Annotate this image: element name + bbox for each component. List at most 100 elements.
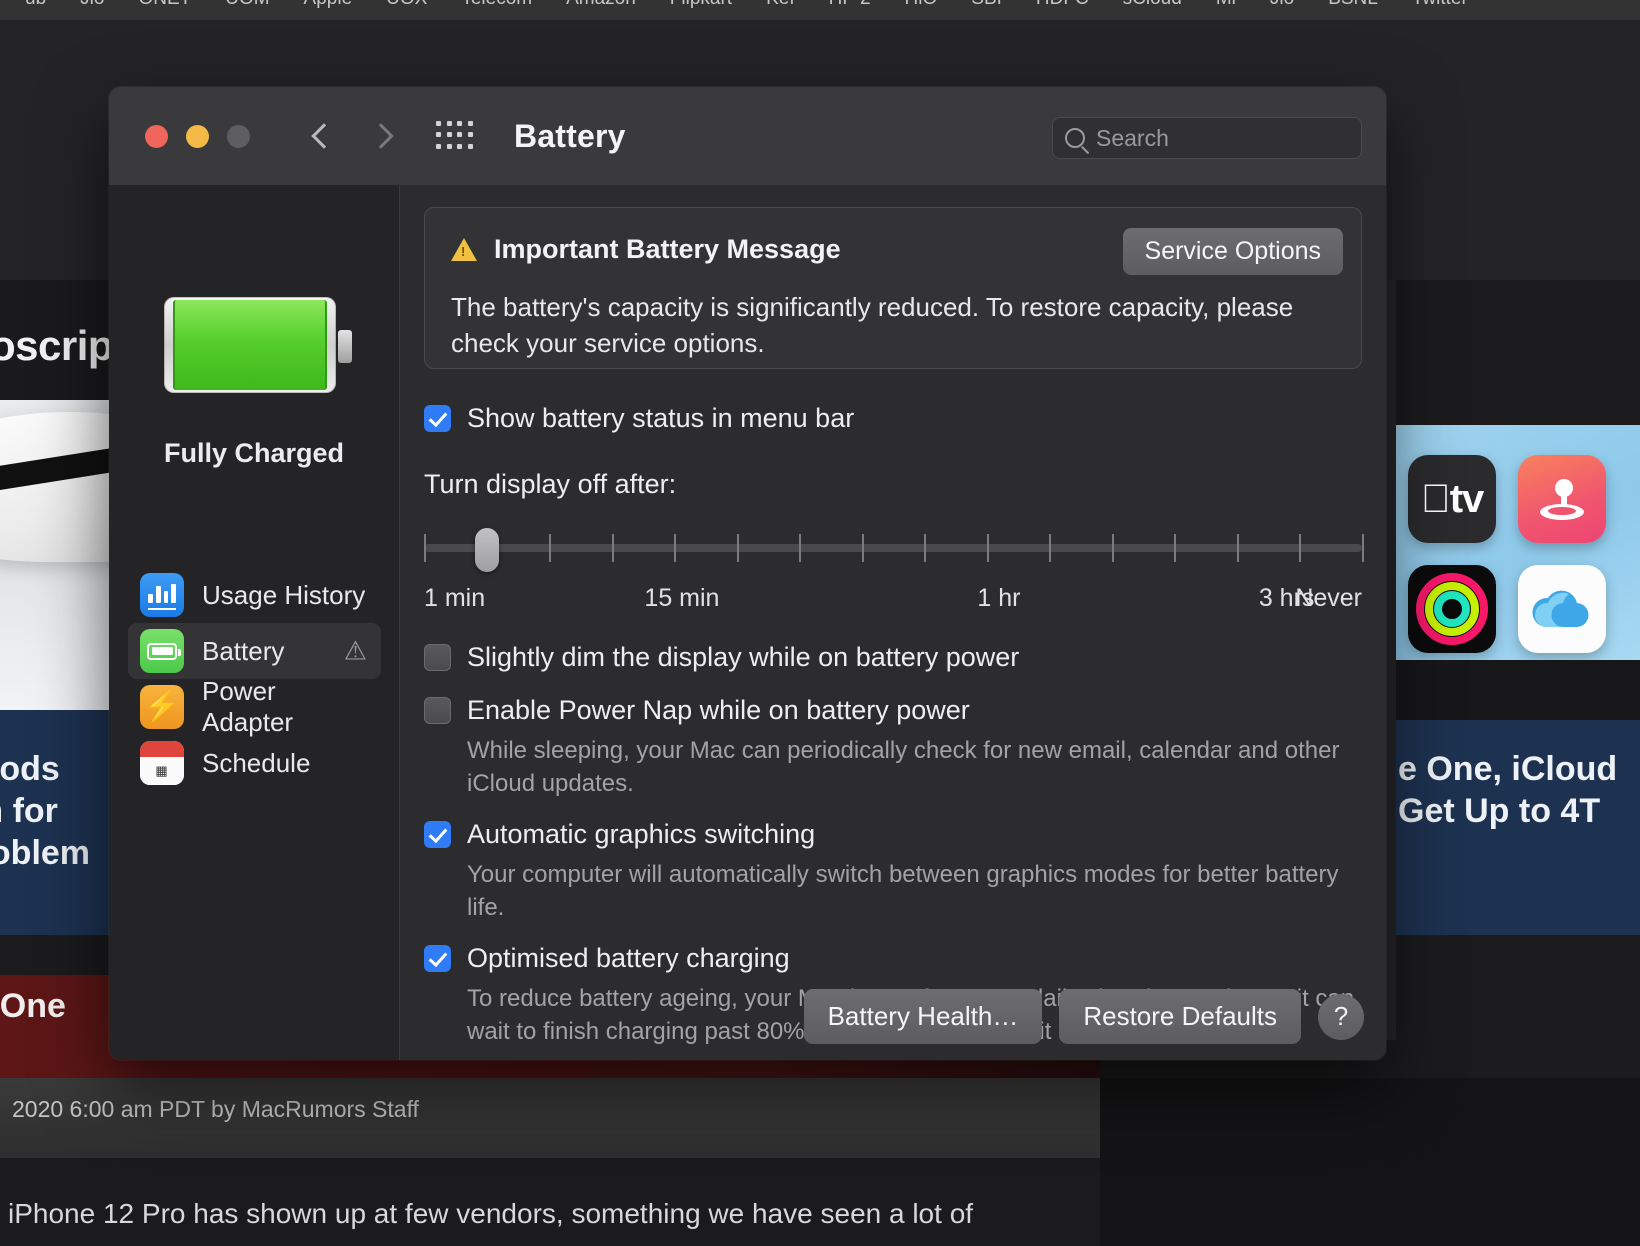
browser-bookmarks-bar[interactable]: ub Jio ONET UOM Apple UOX Telecom Amazon… [0, 0, 1640, 20]
bookmark-item[interactable]: UOM [208, 0, 286, 9]
bookmark-item[interactable]: Apple [287, 0, 370, 9]
calendar-header-glyph [140, 741, 184, 757]
display-sleep-slider[interactable] [424, 522, 1364, 576]
apple-tv-icon[interactable]: tv [1408, 455, 1496, 543]
show-battery-status-row[interactable]: Show battery status in menu bar [424, 401, 1362, 435]
slider-tick [1236, 534, 1239, 562]
alert-title: Important Battery Message [494, 234, 841, 264]
bookmark-item[interactable]: HP 2 [812, 0, 888, 9]
bookmark-item[interactable]: Jio [1253, 0, 1311, 9]
forward-chevron-icon[interactable] [370, 125, 392, 147]
bookmark-item[interactable]: Twitter [1395, 0, 1485, 9]
apple-arcade-icon[interactable] [1518, 455, 1606, 543]
warning-triangle-icon: ⚠ [343, 635, 367, 666]
article-body-text: iPhone 12 Pro has shown up at few vendor… [8, 1198, 974, 1229]
slider-knob[interactable] [474, 528, 499, 572]
window-titlebar[interactable]: Battery [109, 87, 1386, 185]
bookmark-item[interactable]: ub [8, 0, 63, 9]
icloud-icon[interactable] [1518, 565, 1606, 653]
bookmark-item[interactable]: Mi [1199, 0, 1253, 9]
sidebar-item-schedule[interactable]: ▦ Schedule [128, 735, 381, 791]
restore-defaults-button[interactable]: Restore Defaults [1059, 989, 1301, 1044]
battery-terminal [338, 330, 352, 363]
page-right-panel [1100, 1078, 1640, 1246]
sidebar-item-battery[interactable]: Battery ⚠ [128, 623, 381, 679]
bar-chart-glyph [148, 583, 176, 603]
back-chevron-icon[interactable] [310, 125, 332, 147]
show-battery-status-label: Show battery status in menu bar [467, 403, 855, 433]
page-right-gap [1396, 660, 1640, 720]
show-battery-status-checkbox[interactable] [424, 405, 451, 432]
article-card-navy-title: irPods am for Problem [0, 750, 91, 872]
zoom-button[interactable] [227, 124, 250, 148]
slider-tick [424, 534, 426, 562]
bookmark-item[interactable]: Flipkart [653, 0, 749, 9]
apple-services-promo-card[interactable]: tv [1396, 425, 1640, 660]
slider-tick [1362, 534, 1364, 562]
navigation-arrows [310, 125, 392, 147]
search-icon [1065, 128, 1085, 148]
battery-icon [140, 629, 184, 673]
battery-hero-graphic [164, 297, 352, 393]
bookmark-item[interactable]: ONET [121, 0, 208, 9]
sidebar-list: Usage History Battery ⚠ ⚡ Power Adapter … [128, 567, 381, 791]
close-button[interactable] [145, 124, 168, 148]
apple-tv-glyph: tv [1421, 476, 1485, 521]
power-nap-checkbox[interactable] [424, 697, 451, 724]
battery-shell [164, 297, 336, 393]
usage-history-icon [140, 573, 184, 617]
window-title: Battery [514, 117, 626, 154]
slider-tick [924, 534, 927, 562]
search-input[interactable] [1096, 124, 1349, 152]
graphics-switching-checkbox[interactable] [424, 821, 451, 848]
slider-label-1min: 1 min [424, 584, 486, 612]
sidebar-item-label: Schedule [202, 747, 311, 778]
search-field[interactable] [1052, 117, 1362, 159]
slider-tick [674, 534, 677, 562]
slightly-dim-row[interactable]: Slightly dim the display while on batter… [424, 640, 1362, 674]
bookmark-item[interactable]: HDFC [1019, 0, 1106, 9]
bookmark-item[interactable]: Jio [63, 0, 121, 9]
optimised-charging-checkbox[interactable] [424, 945, 451, 972]
page-right-lower-band [1396, 935, 1640, 1040]
bookmark-item[interactable]: Telecom [444, 0, 549, 9]
bookmark-item[interactable]: Amazon [549, 0, 653, 9]
power-nap-row[interactable]: Enable Power Nap while on battery power [424, 693, 1362, 727]
graphics-switching-row[interactable]: Automatic graphics switching [424, 817, 1362, 851]
battery-fill [173, 300, 327, 390]
bookmark-item[interactable]: sCloud [1106, 0, 1199, 9]
optimised-charging-row[interactable]: Optimised battery charging [424, 941, 1362, 975]
slider-tick [861, 534, 864, 562]
slider-tick [611, 534, 614, 562]
icloud-cloud-glyph [1532, 590, 1589, 628]
slider-tick [1299, 534, 1302, 562]
apple-fitness-icon[interactable] [1408, 565, 1496, 653]
sidebar-item-label: Usage History [202, 579, 366, 610]
slider-tick-labels: 1 min 15 min 1 hr 3 hrs Never [424, 584, 1362, 620]
slider-tick [1111, 534, 1114, 562]
show-all-grid-icon[interactable] [436, 121, 474, 151]
slider-tick [1049, 534, 1052, 562]
power-adapter-icon: ⚡ [140, 685, 184, 729]
bookmark-item[interactable]: SBI [954, 0, 1019, 9]
schedule-icon: ▦ [140, 741, 184, 785]
slider-label-1hr: 1 hr [977, 584, 1021, 612]
bookmark-item[interactable]: HiO [888, 0, 955, 9]
minimize-button[interactable] [186, 124, 209, 148]
slider-label-15min: 15 min [644, 584, 720, 612]
slider-label-never: Never [1295, 584, 1362, 612]
battery-health-button[interactable]: Battery Health… [803, 989, 1043, 1044]
arcade-joystick-glyph [1540, 479, 1584, 520]
slider-tick [736, 534, 739, 562]
page-headline: oscrip [0, 322, 114, 369]
slider-ticks [424, 534, 1364, 562]
sidebar-item-power-adapter[interactable]: ⚡ Power Adapter [128, 676, 381, 737]
slightly-dim-checkbox[interactable] [424, 644, 451, 671]
service-options-button[interactable]: Service Options [1122, 228, 1343, 275]
sidebar-item-usage-history[interactable]: Usage History [128, 567, 381, 623]
help-button[interactable]: ? [1318, 993, 1364, 1040]
bookmark-item[interactable]: UOX [369, 0, 444, 9]
system-preferences-window: Battery Fully Charged [109, 87, 1386, 1060]
bookmark-item[interactable]: BSNL [1311, 0, 1395, 9]
bookmark-item[interactable]: Kef [749, 0, 812, 9]
